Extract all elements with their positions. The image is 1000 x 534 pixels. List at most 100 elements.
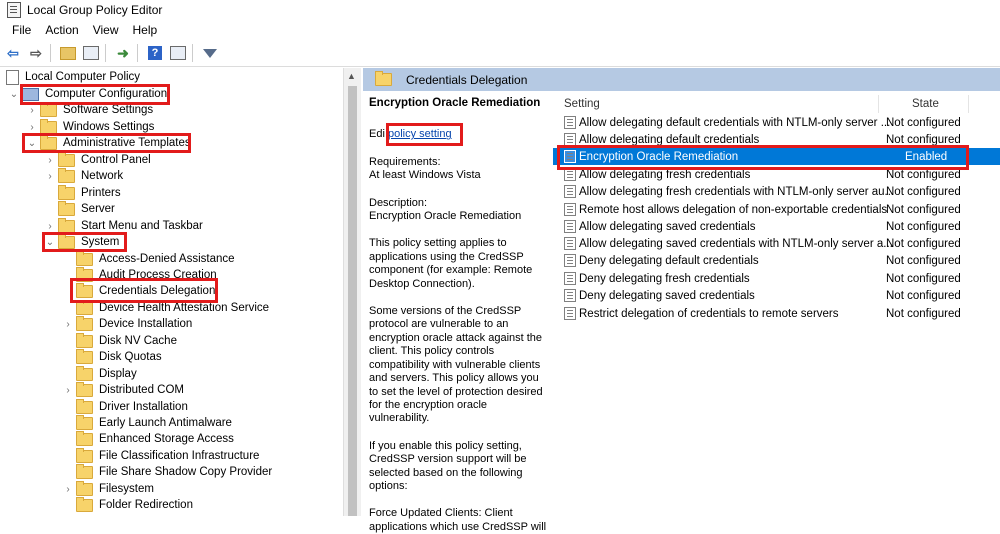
forward-button[interactable]: ⇨ bbox=[26, 43, 46, 63]
list-item[interactable]: Allow delegating saved credentials Not co… bbox=[553, 218, 1000, 235]
list-item[interactable]: Deny delegating saved credentials Not con… bbox=[553, 287, 1000, 304]
show-hide-tree-icon bbox=[83, 46, 99, 60]
chevron-right-icon[interactable]: › bbox=[62, 385, 74, 396]
tree-item-label: Enhanced Storage Access bbox=[99, 433, 234, 445]
export-list-button[interactable]: ➜ bbox=[113, 43, 133, 63]
tree-item-credentials-delegation[interactable]: Credentials Delegation bbox=[76, 282, 215, 299]
chevron-right-icon[interactable]: › bbox=[62, 484, 74, 495]
help-button[interactable]: ? bbox=[145, 43, 165, 63]
tree-item-label: Administrative Templates bbox=[63, 137, 191, 149]
tree-item-device-installation[interactable]: › Device Installation bbox=[62, 315, 192, 332]
tree-item-label: System bbox=[81, 236, 120, 248]
tree-item-software-settings[interactable]: › Software Settings bbox=[26, 101, 153, 118]
column-header-setting[interactable]: Setting bbox=[564, 94, 600, 114]
setting-state: Not configured bbox=[886, 116, 961, 129]
policy-setting-icon bbox=[564, 168, 576, 181]
show-hide-tree-button[interactable] bbox=[81, 43, 101, 63]
setting-name: Allow delegating saved credentials bbox=[579, 220, 756, 233]
setting-name: Remote host allows delegation of non-exp… bbox=[579, 203, 888, 216]
toolbar: ⇦ ⇨ ➜ ? bbox=[0, 40, 1000, 67]
edit-policy-setting-link[interactable]: policy setting bbox=[388, 128, 452, 140]
scrollbar-thumb[interactable] bbox=[348, 86, 357, 516]
chevron-right-icon[interactable]: › bbox=[26, 105, 38, 116]
menu-help[interactable]: Help bbox=[126, 23, 165, 37]
tree-item-administrative-templates[interactable]: ⌄ Administrative Templates bbox=[26, 134, 191, 151]
chevron-down-icon[interactable]: ⌄ bbox=[44, 237, 56, 248]
chevron-down-icon[interactable]: ⌄ bbox=[8, 89, 20, 100]
tree-item-label: File Share Shadow Copy Provider bbox=[99, 466, 273, 478]
menu-file[interactable]: File bbox=[5, 23, 38, 37]
tree-item-early-launch-antimalware[interactable]: Early Launch Antimalware bbox=[76, 414, 232, 431]
tree-item-driver-installation[interactable]: Driver Installation bbox=[76, 398, 188, 415]
list-item[interactable]: Deny delegating fresh credentials Not con… bbox=[553, 270, 1000, 287]
folder-icon bbox=[58, 217, 75, 233]
tree-item-system[interactable]: ⌄ System bbox=[44, 233, 120, 250]
setting-state: Not configured bbox=[886, 289, 961, 302]
chevron-right-icon[interactable]: › bbox=[44, 155, 56, 166]
window-title: Local Group Policy Editor bbox=[27, 3, 163, 17]
tree-item-server[interactable]: Server bbox=[58, 200, 115, 217]
chevron-down-icon[interactable]: ⌄ bbox=[26, 138, 38, 149]
tree-item-disk-nv-cache[interactable]: Disk NV Cache bbox=[76, 332, 177, 349]
tree-item-enhanced-storage-access[interactable]: Enhanced Storage Access bbox=[76, 430, 234, 447]
policy-setting-icon bbox=[564, 150, 576, 163]
column-divider[interactable] bbox=[968, 95, 969, 113]
chevron-right-icon[interactable]: › bbox=[62, 319, 74, 330]
tree-item-folder-redirection[interactable]: Folder Redirection bbox=[76, 496, 193, 513]
list-item[interactable]: Allow delegating fresh credentials with … bbox=[553, 183, 1000, 200]
tree-item-network[interactable]: › Network bbox=[44, 167, 124, 184]
list-item-selected[interactable]: Encryption Oracle Remediation Enabled bbox=[553, 148, 1000, 165]
list-item[interactable]: Allow delegating default credentials Not … bbox=[553, 131, 1000, 148]
tree-scrollbar[interactable]: ▲ bbox=[343, 68, 361, 516]
list-item[interactable]: Remote host allows delegation of non-exp… bbox=[553, 201, 1000, 218]
tree-item-access-denied-assistance[interactable]: Access-Denied Assistance bbox=[76, 250, 235, 267]
menu-action[interactable]: Action bbox=[38, 23, 85, 37]
tree-item-filesystem[interactable]: › Filesystem bbox=[62, 480, 154, 497]
tree-item-computer-configuration[interactable]: ⌄ Computer Configuration bbox=[8, 86, 167, 102]
back-button[interactable]: ⇦ bbox=[3, 43, 23, 63]
toolbar-separator bbox=[50, 44, 51, 62]
extended-view-button[interactable] bbox=[168, 43, 188, 63]
folder-icon bbox=[58, 200, 75, 216]
tree-item-start-menu-and-taskbar[interactable]: › Start Menu and Taskbar bbox=[44, 217, 203, 234]
chevron-right-icon[interactable]: › bbox=[44, 221, 56, 232]
back-arrow-icon: ⇦ bbox=[7, 44, 19, 61]
scroll-up-arrow-icon[interactable]: ▲ bbox=[347, 71, 356, 81]
tree-item-printers[interactable]: Printers bbox=[58, 184, 121, 201]
tree-item-control-panel[interactable]: › Control Panel bbox=[44, 151, 151, 168]
folder-icon bbox=[76, 463, 93, 479]
column-divider[interactable] bbox=[878, 95, 879, 113]
tree-item-file-classification-infrastructure[interactable]: File Classification Infrastructure bbox=[76, 447, 259, 464]
list-item[interactable]: Allow delegating saved credentials with … bbox=[553, 235, 1000, 252]
policy-setting-icon bbox=[564, 133, 576, 146]
tree-item-display[interactable]: Display bbox=[76, 365, 137, 382]
setting-state: Not configured bbox=[886, 254, 961, 267]
list-item[interactable]: Allow delegating default credentials wit… bbox=[553, 114, 1000, 131]
tree-item-distributed-com[interactable]: › Distributed COM bbox=[62, 381, 184, 398]
title-bar: Local Group Policy Editor bbox=[0, 0, 1000, 20]
folder-icon bbox=[58, 151, 75, 167]
up-one-level-button[interactable] bbox=[58, 43, 78, 63]
tree-item-disk-quotas[interactable]: Disk Quotas bbox=[76, 348, 162, 365]
tree-item-device-health-attestation-service[interactable]: Device Health Attestation Service bbox=[76, 299, 269, 316]
tree-item-local-computer-policy[interactable]: Local Computer Policy bbox=[6, 69, 140, 85]
list-item[interactable]: Deny delegating default credentials Not c… bbox=[553, 252, 1000, 269]
details-pane-title: Credentials Delegation bbox=[406, 72, 528, 87]
chevron-right-icon[interactable]: › bbox=[44, 171, 56, 182]
edit-line: Edi policy setting bbox=[369, 128, 549, 141]
column-header-state[interactable]: State bbox=[912, 94, 939, 114]
tree-item-windows-settings[interactable]: › Windows Settings bbox=[26, 118, 154, 135]
tree-item-label: Access-Denied Assistance bbox=[99, 253, 235, 265]
folder-icon bbox=[76, 365, 93, 381]
tree-item-file-share-shadow-copy-provider[interactable]: File Share Shadow Copy Provider bbox=[76, 463, 273, 480]
tree-item-audit-process-creation[interactable]: Audit Process Creation bbox=[76, 266, 217, 283]
requirements-value: At least Windows Vista bbox=[369, 169, 481, 182]
filter-button[interactable] bbox=[200, 43, 220, 63]
policy-setting-icon bbox=[564, 203, 576, 216]
folder-icon bbox=[76, 315, 93, 331]
menu-view[interactable]: View bbox=[86, 23, 126, 37]
chevron-right-icon[interactable]: › bbox=[26, 122, 38, 133]
list-item[interactable]: Restrict delegation of credentials to re… bbox=[553, 305, 1000, 322]
list-item[interactable]: Allow delegating fresh credentials Not co… bbox=[553, 166, 1000, 183]
tree-item-label: Network bbox=[81, 170, 124, 182]
